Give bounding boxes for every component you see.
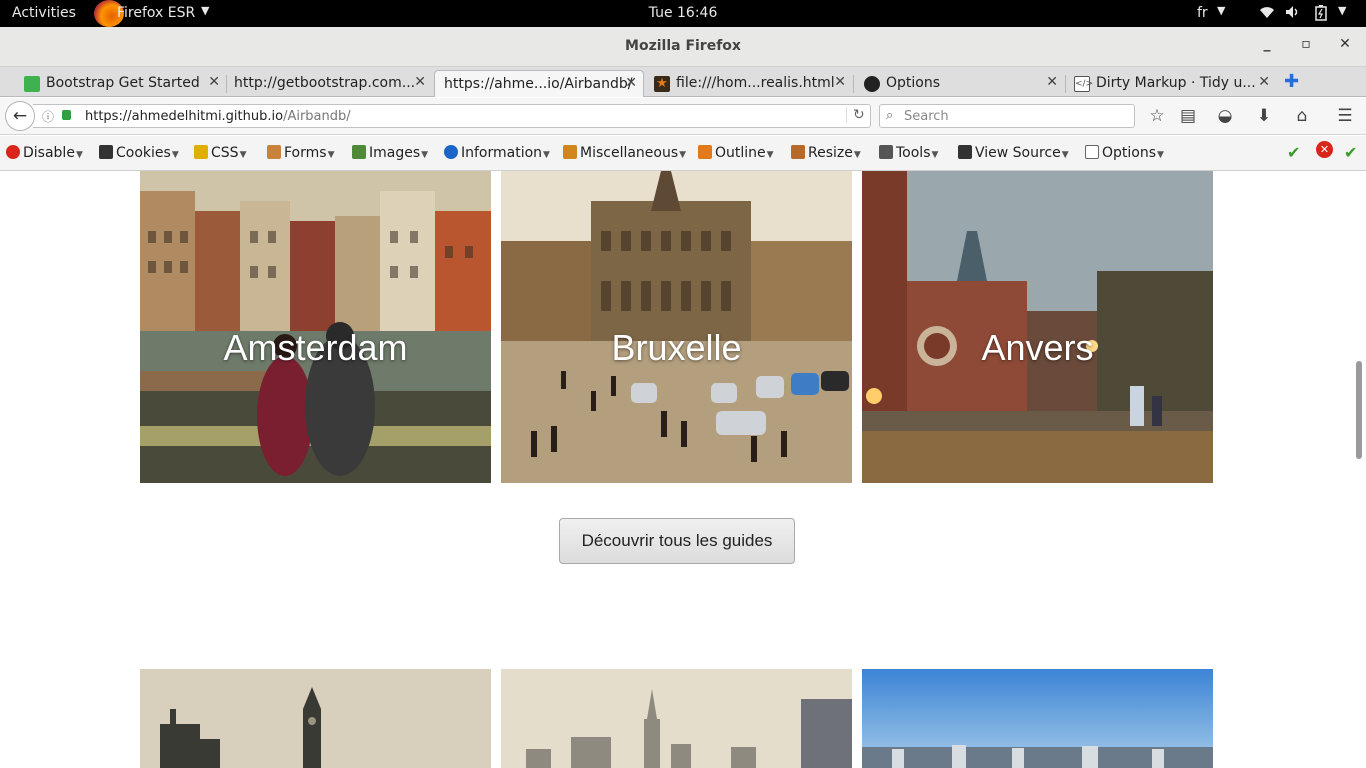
downloads-icon[interactable]: ⬇: [1252, 106, 1276, 126]
tab-label: http://getbootstrap.com...: [234, 75, 416, 91]
url-text[interactable]: https://ahmedelhitmi.github.io/Airbandb/: [85, 109, 351, 124]
close-tab-icon[interactable]: ✕: [208, 74, 220, 90]
options-icon: [1085, 145, 1099, 159]
city-card-new-york[interactable]: [501, 669, 852, 768]
devtool-outline[interactable]: Outline▼: [698, 145, 774, 161]
devtool-tools[interactable]: Tools▼: [879, 145, 938, 161]
app-menu-label[interactable]: Firefox ESR: [117, 5, 195, 21]
github-icon: [864, 76, 880, 92]
tab-label: Bootstrap Get Started: [46, 75, 200, 91]
tab-bootstrap-get-started[interactable]: Bootstrap Get Started ✕: [16, 70, 226, 97]
window-titlebar: Mozilla Firefox _ ▫ ✕: [0, 27, 1366, 67]
outline-pencil-icon: [698, 145, 712, 159]
cookies-icon: [99, 145, 113, 159]
css-pencil-icon: [194, 145, 208, 159]
forms-icon: [267, 145, 281, 159]
activities-button[interactable]: Activities: [12, 5, 76, 21]
system-menu-caret-icon[interactable]: ▼: [1338, 4, 1346, 17]
menu-icon[interactable]: ☰: [1333, 106, 1357, 126]
tab-file-realis[interactable]: ★ file:///hom...realis.html ✕: [646, 70, 852, 97]
tab-strip: Bootstrap Get Started ✕ http://getbootst…: [0, 67, 1366, 97]
devtool-cookies[interactable]: Cookies▼: [99, 145, 179, 161]
search-placeholder: Search: [904, 109, 949, 124]
minimize-icon[interactable]: _: [1257, 36, 1277, 52]
city-card-anvers[interactable]: Anvers: [862, 171, 1213, 483]
home-icon[interactable]: ⌂: [1290, 106, 1314, 126]
city-name-amsterdam: Amsterdam: [223, 327, 408, 368]
code-icon: </>: [1074, 76, 1093, 92]
scrollbar-thumb[interactable]: [1356, 361, 1362, 459]
city-card-amsterdam[interactable]: Amsterdam: [140, 171, 491, 483]
maximize-icon[interactable]: ▫: [1296, 36, 1316, 52]
devtool-information[interactable]: Information▼: [444, 145, 550, 161]
close-tab-icon[interactable]: ✕: [1258, 74, 1270, 90]
london-photo: [140, 669, 491, 768]
page-viewport: Amsterdam Bruxelle Anvers Découvrir tous…: [0, 171, 1366, 768]
miscellaneous-icon: [563, 145, 577, 159]
close-tab-icon[interactable]: ✕: [834, 74, 846, 90]
window-title: Mozilla Firefox: [625, 38, 741, 54]
pocket-icon[interactable]: ◒: [1213, 106, 1237, 126]
tab-label: file:///hom...realis.html: [676, 75, 835, 91]
search-input[interactable]: ⌕ Search: [879, 104, 1135, 128]
tab-label: https://ahme...io/Airbandb/: [444, 76, 633, 92]
lock-icon[interactable]: [62, 110, 71, 120]
reload-icon[interactable]: ↻: [846, 107, 865, 123]
tab-getbootstrap[interactable]: http://getbootstrap.com... ✕: [226, 70, 432, 97]
info-icon[interactable]: ⓘ: [42, 108, 54, 125]
close-window-icon[interactable]: ✕: [1335, 36, 1355, 52]
tab-dirty-markup[interactable]: </> Dirty Markup · Tidy u... ✕: [1066, 70, 1276, 97]
city-name-anvers: Anvers: [981, 327, 1094, 368]
language-caret-icon[interactable]: ▼: [1217, 4, 1225, 17]
resize-icon: [791, 145, 805, 159]
system-top-bar: Activities Firefox ESR ▼ Tue 16:46 fr ▼ …: [0, 0, 1366, 27]
images-icon: [352, 145, 366, 159]
volume-icon[interactable]: [1285, 5, 1301, 23]
tab-options[interactable]: Options ✕: [856, 70, 1064, 97]
devtool-css[interactable]: CSS▼: [194, 145, 246, 161]
devtool-forms[interactable]: Forms▼: [267, 145, 334, 161]
web-developer-toolbar: Disable▼ Cookies▼ CSS▼ Forms▼ Images▼ In…: [0, 136, 1366, 171]
devtool-miscellaneous[interactable]: Miscellaneous▼: [563, 145, 686, 161]
error-icon[interactable]: ✕: [1316, 141, 1333, 158]
close-tab-icon[interactable]: ✕: [414, 74, 426, 90]
star-icon: ★: [654, 76, 670, 92]
js-valid-check-icon[interactable]: ✔: [1344, 143, 1357, 162]
url-bar[interactable]: ⓘ https://ahmedelhitmi.github.io/Airband…: [33, 104, 871, 128]
devtool-options[interactable]: Options▼: [1085, 145, 1164, 161]
devtool-view-source[interactable]: View Source▼: [958, 145, 1069, 161]
disable-icon: [6, 145, 20, 159]
close-tab-icon[interactable]: ✕: [1046, 74, 1058, 90]
devtool-disable[interactable]: Disable▼: [6, 145, 83, 161]
discover-all-guides-button[interactable]: Découvrir tous les guides: [559, 518, 795, 564]
tab-airbandb-active[interactable]: https://ahme...io/Airbandb/ ✕: [434, 70, 644, 97]
wifi-icon[interactable]: [1259, 5, 1275, 23]
page-scrollbar[interactable]: [1352, 171, 1366, 768]
new-tab-icon[interactable]: ✚: [1284, 71, 1299, 92]
css-valid-check-icon[interactable]: ✔: [1287, 143, 1300, 162]
new-york-photo: [501, 669, 852, 768]
devtool-images[interactable]: Images▼: [352, 145, 428, 161]
city-card-lisbon[interactable]: [862, 669, 1213, 768]
tab-label: Options: [886, 75, 941, 91]
tools-icon: [879, 145, 893, 159]
devtool-resize[interactable]: Resize▼: [791, 145, 861, 161]
view-source-icon: [958, 145, 972, 159]
close-tab-icon[interactable]: ✕: [625, 75, 637, 91]
bootstrap-icon: [24, 76, 40, 92]
back-button[interactable]: ←: [5, 101, 35, 131]
tab-label: Dirty Markup · Tidy u...: [1096, 75, 1256, 91]
search-icon: ⌕: [886, 108, 894, 123]
information-icon: [444, 145, 458, 159]
language-indicator[interactable]: fr: [1197, 5, 1208, 21]
city-card-bruxelle[interactable]: Bruxelle: [501, 171, 852, 483]
bookmark-star-icon[interactable]: ☆: [1145, 106, 1169, 126]
battery-icon[interactable]: [1315, 5, 1327, 25]
city-name-bruxelle: Bruxelle: [611, 327, 742, 368]
city-card-london[interactable]: [140, 669, 491, 768]
reading-list-icon[interactable]: ▤: [1176, 106, 1200, 126]
app-menu-caret-icon[interactable]: ▼: [201, 4, 209, 17]
lisbon-photo: [862, 669, 1213, 768]
